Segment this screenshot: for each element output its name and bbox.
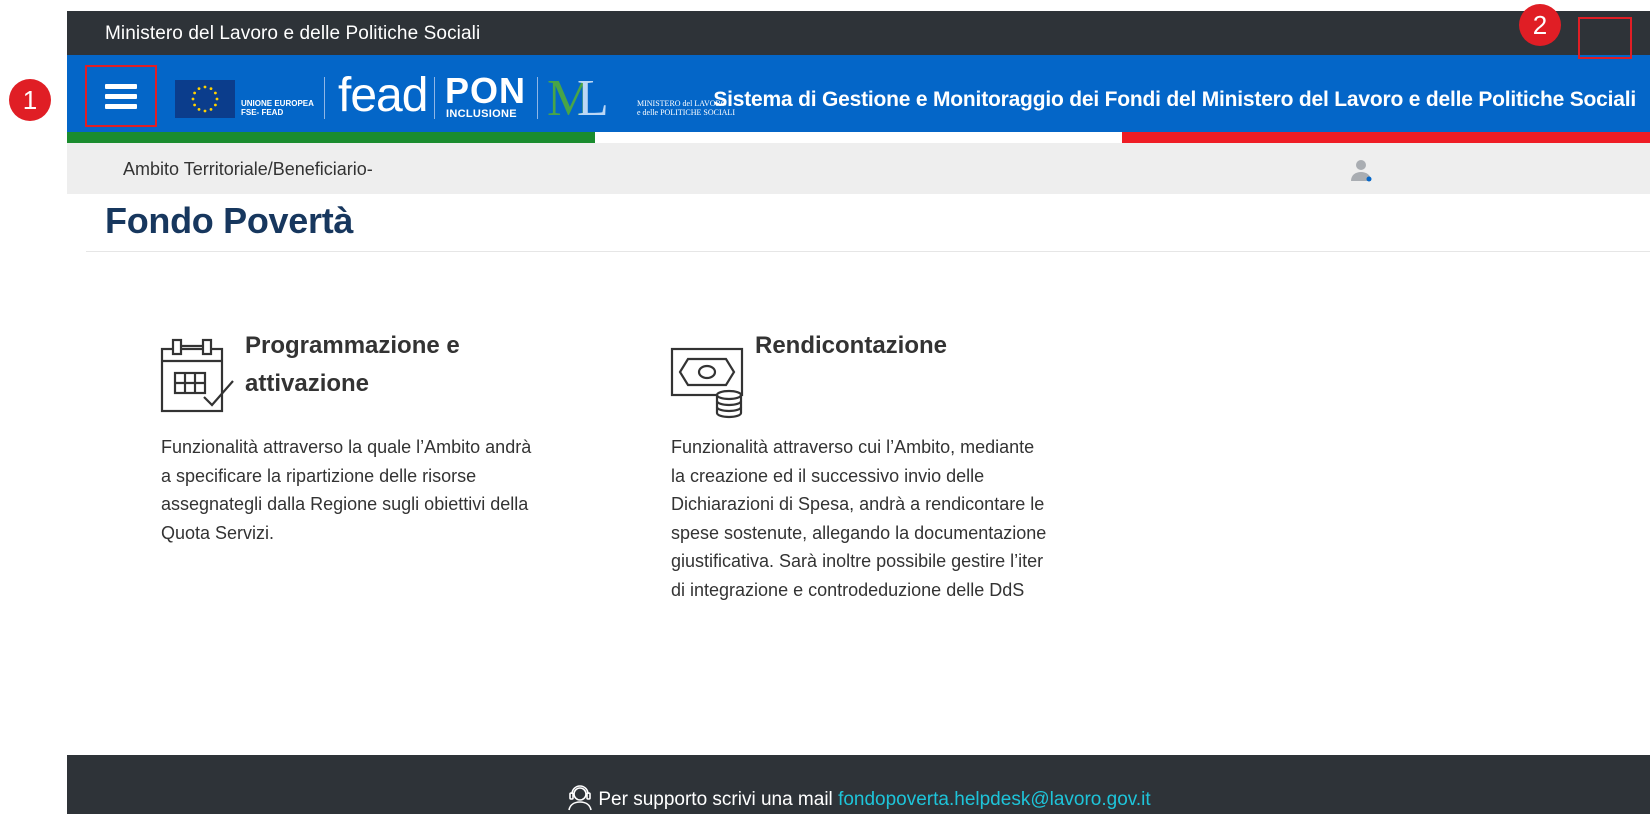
page-title: Fondo Povertà xyxy=(105,200,354,241)
breadcrumb-bar: Ambito Territoriale/Beneficiario- xyxy=(67,143,1650,194)
footer: Per supporto scrivi una mail fondopovert… xyxy=(67,755,1650,814)
top-bar: Ministero del Lavoro e delle Politiche S… xyxy=(67,11,1650,55)
fead-logo: fead xyxy=(338,69,428,122)
ministry-title: Ministero del Lavoro e delle Politiche S… xyxy=(105,23,481,44)
breadcrumb: Ambito Territoriale/Beneficiario- xyxy=(123,159,373,179)
annotation-badge-1: 1 xyxy=(9,79,51,121)
card-title: Programmazione e attivazione xyxy=(245,332,460,397)
card-description: Funzionalità attraverso la quale l’Ambit… xyxy=(161,437,532,543)
italian-tricolor-stripe xyxy=(67,132,1650,143)
calendar-check-icon xyxy=(160,338,234,413)
stripe-white xyxy=(594,132,1123,143)
support-email-link[interactable]: fondopoverta.helpdesk@lavoro.gov.it xyxy=(838,789,1151,810)
eu-flag-logo xyxy=(175,80,235,118)
support-text: Per supporto scrivi una mail fondopovert… xyxy=(67,783,1650,811)
annotation-badge-2: 2 xyxy=(1519,4,1561,46)
card-rendicontazione[interactable]: Rendicontazione Funzionalità attraverso … xyxy=(670,332,1070,613)
pon-logo: PON xyxy=(445,70,527,111)
menu-button-highlight xyxy=(85,65,157,127)
divider xyxy=(86,251,1650,252)
pon-logo-subtitle: INCLUSIONE xyxy=(446,108,517,120)
card-description: Funzionalità attraverso cui l’Ambito, me… xyxy=(671,437,1047,600)
stripe-green xyxy=(67,132,595,143)
support-label: Per supporto scrivi una mail xyxy=(598,789,833,810)
stripe-red xyxy=(1122,132,1650,143)
headset-icon xyxy=(568,785,593,811)
user-icon[interactable] xyxy=(1348,157,1374,183)
hamburger-icon[interactable] xyxy=(105,84,137,110)
system-title: Sistema di Gestione e Monitoraggio dei F… xyxy=(713,88,1636,111)
eu-logo-text: UNIONE EUROPEA FSE- FEAD xyxy=(241,99,314,117)
card-title: Rendicontazione xyxy=(755,332,948,359)
settings-button-highlight xyxy=(1578,17,1632,59)
card-programmazione[interactable]: Programmazione e attivazione Funzionalit… xyxy=(160,332,560,553)
ministero-logo-mark-shadow: L xyxy=(577,70,609,127)
money-coins-icon xyxy=(670,347,744,419)
header: UNIONE EUROPEA FSE- FEAD fead PON INCLUS… xyxy=(67,55,1650,132)
